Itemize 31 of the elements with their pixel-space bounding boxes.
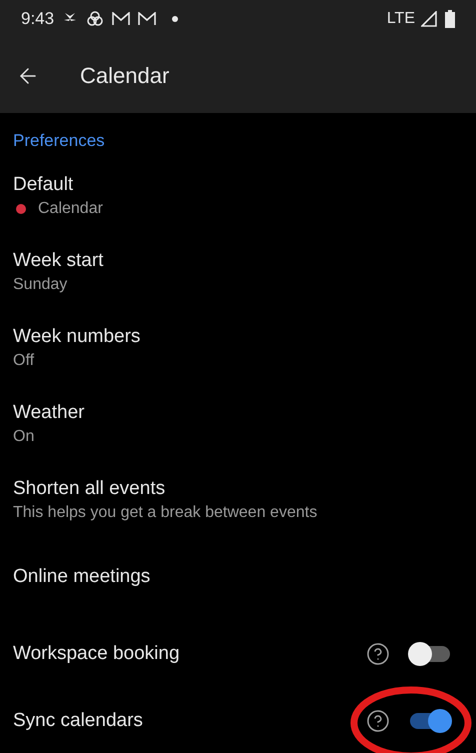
setting-title: Week start xyxy=(13,249,104,273)
setting-title: Workspace booking xyxy=(13,642,180,666)
setting-item[interactable]: Shorten all events This helps you get a break between events xyxy=(13,477,463,553)
setting-title: Shorten all events xyxy=(13,477,166,501)
dot-icon xyxy=(172,16,178,22)
setting-title: Online meetings xyxy=(13,565,150,589)
setting-item[interactable]: Week start Sunday xyxy=(13,249,463,325)
screen-title: Calendar xyxy=(80,62,170,90)
network-label: LTE xyxy=(386,9,415,29)
setting-value: Calendar xyxy=(38,199,103,219)
setting-item[interactable]: Online meetings xyxy=(13,553,463,620)
setting-title: Week numbers xyxy=(13,325,142,349)
setting-value: On xyxy=(13,427,34,447)
setting-title: Sync calendars xyxy=(13,708,143,732)
setting-value: Off xyxy=(13,351,34,371)
setting-title: Weather xyxy=(13,401,86,425)
battery-icon xyxy=(445,10,455,28)
status-time: 9:43 xyxy=(21,8,54,30)
section-header: Preferences xyxy=(13,131,106,151)
setting-item[interactable]: Week numbers Off xyxy=(13,325,463,401)
mail-icon xyxy=(112,12,130,26)
signal-icon xyxy=(421,11,437,27)
help-icon[interactable] xyxy=(366,708,390,732)
rings-icon xyxy=(86,10,104,28)
setting-item[interactable]: Weather On xyxy=(13,401,463,477)
setting-item[interactable]: Default Calendar xyxy=(13,173,463,249)
setting-value: Sunday xyxy=(13,275,68,295)
setting-value: This helps you get a break between events xyxy=(13,503,318,523)
setting-title: Default xyxy=(13,173,74,197)
help-icon[interactable] xyxy=(366,642,390,666)
mail-icon xyxy=(138,12,156,26)
